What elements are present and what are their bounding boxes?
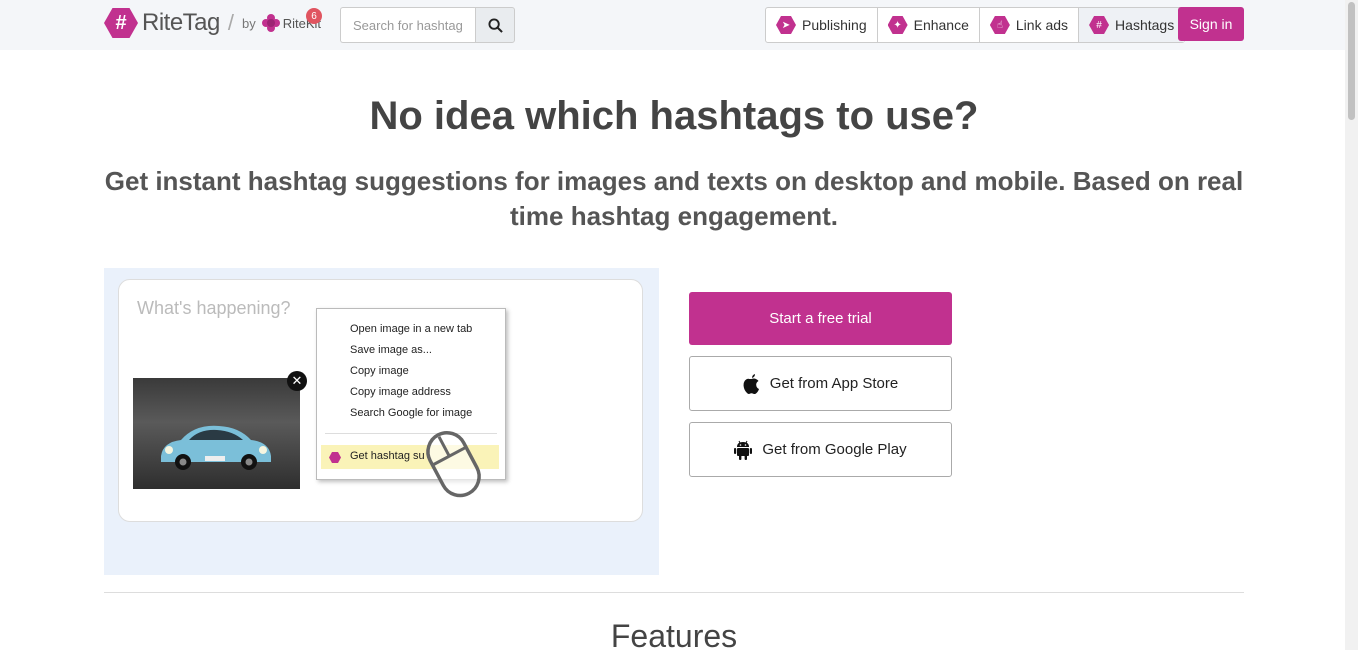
search-icon bbox=[487, 17, 503, 33]
menu-item: Search Google for image bbox=[350, 407, 473, 419]
close-icon[interactable]: ✕ bbox=[287, 371, 307, 391]
nav-label: Link ads bbox=[1015, 17, 1069, 33]
top-bar: # RiteTag / by RiteKit 6 ➤ Publishing ✦ … bbox=[0, 0, 1345, 50]
magic-wand-icon: ✦ bbox=[887, 16, 908, 34]
ritetag-logo[interactable]: # RiteTag / by RiteKit bbox=[104, 8, 321, 38]
car-photo bbox=[133, 378, 300, 489]
nav-label: Hashtags bbox=[1115, 17, 1175, 33]
start-free-trial-button[interactable]: Start a free trial bbox=[689, 292, 952, 345]
search-input[interactable] bbox=[340, 7, 475, 43]
nav-label: Publishing bbox=[802, 17, 867, 33]
notification-badge[interactable]: 6 bbox=[306, 8, 322, 24]
search-button[interactable] bbox=[475, 7, 515, 43]
nav-enhance[interactable]: ✦ Enhance bbox=[878, 8, 980, 42]
demo-illustration: What's happening? ✕ Open image in a new … bbox=[104, 268, 659, 575]
pointer-icon: ☝ bbox=[989, 16, 1010, 34]
ritekit-flower-icon bbox=[261, 14, 280, 32]
features-heading: Features bbox=[610, 618, 738, 654]
sign-in-button[interactable]: Sign in bbox=[1178, 7, 1244, 41]
google-play-label: Get from Google Play bbox=[762, 441, 907, 458]
scrollbar-thumb[interactable] bbox=[1348, 2, 1355, 120]
logo-text: RiteTag bbox=[142, 9, 220, 36]
menu-item: Copy image address bbox=[350, 386, 451, 398]
mouse-icon bbox=[426, 431, 481, 498]
compose-placeholder: What's happening? bbox=[137, 298, 291, 318]
section-divider bbox=[104, 592, 1244, 593]
compose-card: What's happening? ✕ Open image in a new … bbox=[118, 279, 643, 522]
send-icon: ➤ bbox=[776, 16, 796, 34]
car-image bbox=[161, 425, 271, 470]
page-title: No idea which hashtags to use? bbox=[369, 94, 979, 138]
menu-item: Save image as... bbox=[350, 344, 432, 356]
android-icon bbox=[734, 440, 753, 460]
menu-item: Open image in a new tab bbox=[350, 323, 473, 335]
nav-hashtags[interactable]: # Hashtags bbox=[1079, 8, 1185, 42]
search-form bbox=[340, 7, 515, 43]
google-play-button[interactable]: Get from Google Play bbox=[689, 422, 952, 477]
nav-link-ads[interactable]: ☝ Link ads bbox=[980, 8, 1080, 42]
nav-publishing[interactable]: ➤ Publishing bbox=[766, 8, 878, 42]
logo-separator: / bbox=[227, 10, 234, 35]
product-nav: ➤ Publishing ✦ Enhance ☝ Link ads # Hash… bbox=[765, 7, 1186, 43]
hashtag-icon: # bbox=[1089, 16, 1110, 34]
menu-item-get-hashtags: Get hashtag su bbox=[350, 450, 425, 462]
nav-label: Enhance bbox=[913, 17, 969, 33]
apple-icon bbox=[743, 373, 760, 394]
hashtag-logo-icon: # bbox=[104, 8, 138, 38]
menu-item: Copy image bbox=[350, 365, 409, 377]
app-store-label: Get from App Store bbox=[769, 375, 899, 392]
app-store-button[interactable]: Get from App Store bbox=[689, 356, 952, 411]
by-text: by bbox=[242, 15, 256, 31]
page-subtitle: Get instant hashtag suggestions for imag… bbox=[104, 166, 1244, 231]
